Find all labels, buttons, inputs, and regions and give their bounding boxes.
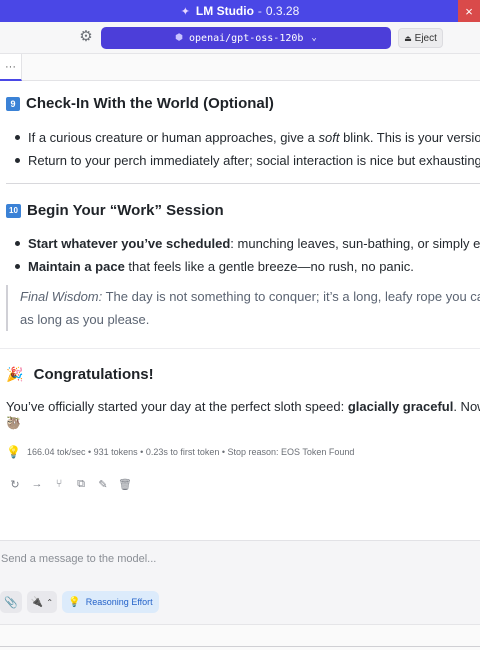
eject-label: Eject [414,32,437,44]
paragraph-text: . Now go for [453,399,480,414]
reasoning-effort-button[interactable]: 💡 Reasoning Effort [62,591,159,613]
lm-studio-logo-icon: ✦ [180,5,190,18]
keycap-10-icon: 10 [6,203,21,218]
top-toolbar: ⚙ ⬢ openai/gpt-oss-120b ⌄ ⏏ Eject [0,22,480,54]
blockquote: Final Wisdom: The day is not something t… [6,285,480,331]
section-9-heading: 9 Check-In With the World (Optional) [6,95,274,112]
chevron-down-icon: ⌄ [311,33,317,43]
close-icon: × [465,3,473,19]
model-selector[interactable]: ⬢ openai/gpt-oss-120b ⌄ [101,27,391,49]
app-version: 0.3.28 [265,4,300,18]
section-10-list: Start whatever you’ve scheduled: munchin… [10,232,480,278]
message-actions: ↻ → ⑂ ⧉ ✎ 🗑 [4,478,136,491]
emphasis-text: soft [318,130,340,145]
lightbulb-icon: 💡 [6,445,21,459]
integrations-button[interactable]: 🔌 ⌃ [27,591,57,613]
list-item: Return to your perch immediately after; … [10,149,480,172]
app-name: LM Studio [195,4,254,18]
reasoning-effort-label: Reasoning Effort [85,597,153,607]
section-10-heading: 10 Begin Your “Work” Session [6,202,224,219]
section-divider [0,348,480,349]
list-item: Start whatever you’ve scheduled: munchin… [10,232,480,255]
eject-icon: ⏏ [404,33,412,43]
title-separator: - [257,4,262,18]
chevron-up-icon: ⌃ [46,597,54,607]
section-9-title: Check-In With the World (Optional) [26,95,274,112]
footer-divider [0,646,480,647]
bold-text: Start whatever you’ve scheduled [28,236,231,251]
list-item-text: that feels like a gentle breeze—no rush,… [124,259,414,274]
tab-strip: ··· [0,54,480,81]
window-close-button[interactable]: × [458,0,480,22]
paragraph-text: You’ve officially started your day at th… [6,399,348,414]
stats-text: 166.04 tok/sec • 931 tokens • 0.23s to f… [26,447,355,457]
chat-message-area: 9 Check-In With the World (Optional) If … [0,82,480,540]
branch-icon[interactable]: ⑂ [48,478,70,491]
section-9-list: If a curious creature or human approache… [10,126,480,172]
quote-line-2: as long as you please. [20,312,150,327]
closing-paragraph: You’ve officially started your day at th… [6,397,480,417]
continue-arrow-icon[interactable]: → [26,478,48,491]
section-10-title: Begin Your “Work” Session [27,202,224,219]
regenerate-icon[interactable]: ↻ [4,478,26,491]
tab-overflow-button[interactable]: ··· [0,54,22,81]
list-item: Maintain a pace that feels like a gentle… [10,255,480,278]
list-item-text: blink. This is your version of “he [343,130,480,145]
generation-stats: 💡 166.04 tok/sec • 931 tokens • 0.23s to… [6,445,354,459]
bold-text: glacially graceful [347,399,454,414]
quote-line-1: Final Wisdom: The day is not something t… [20,285,480,308]
lightbulb-icon: 💡 [68,596,81,608]
plug-icon: 🔌 [30,596,44,608]
keycap-9-icon: 9 [6,96,20,111]
list-item-text: If a curious creature or human approache… [28,130,319,145]
bold-text: Maintain a pace [28,259,125,274]
quote-text: The day is not something to conquer; it’… [105,289,480,304]
model-cube-icon: ⬢ [175,33,184,43]
sloth-icon: 🦥 [6,416,21,430]
party-popper-icon: 🎉 [6,366,24,382]
model-name: openai/gpt-oss-120b [189,32,304,44]
message-composer: 📎 🔌 ⌃ 💡 Reasoning Effort [0,540,480,624]
list-item-text: : munching leaves, sun-bathing, or simpl… [230,236,480,251]
section-divider [6,183,480,184]
congrats-title: Congratulations! [33,366,154,383]
congrats-heading: 🎉 Congratulations! [6,366,154,383]
eject-button[interactable]: ⏏ Eject [398,28,443,48]
list-item: If a curious creature or human approache… [10,126,480,149]
gear-icon[interactable]: ⚙ [78,29,94,45]
paperclip-icon[interactable]: 📎 [0,591,22,613]
copy-icon[interactable]: ⧉ [70,478,92,491]
trash-icon[interactable]: 🗑 [114,478,136,491]
edit-icon[interactable]: ✎ [92,478,114,491]
message-input[interactable] [0,550,470,568]
title-bar: ✦ LM Studio - 0.3.28 × [0,0,480,22]
quote-label: Final Wisdom: [20,289,103,304]
